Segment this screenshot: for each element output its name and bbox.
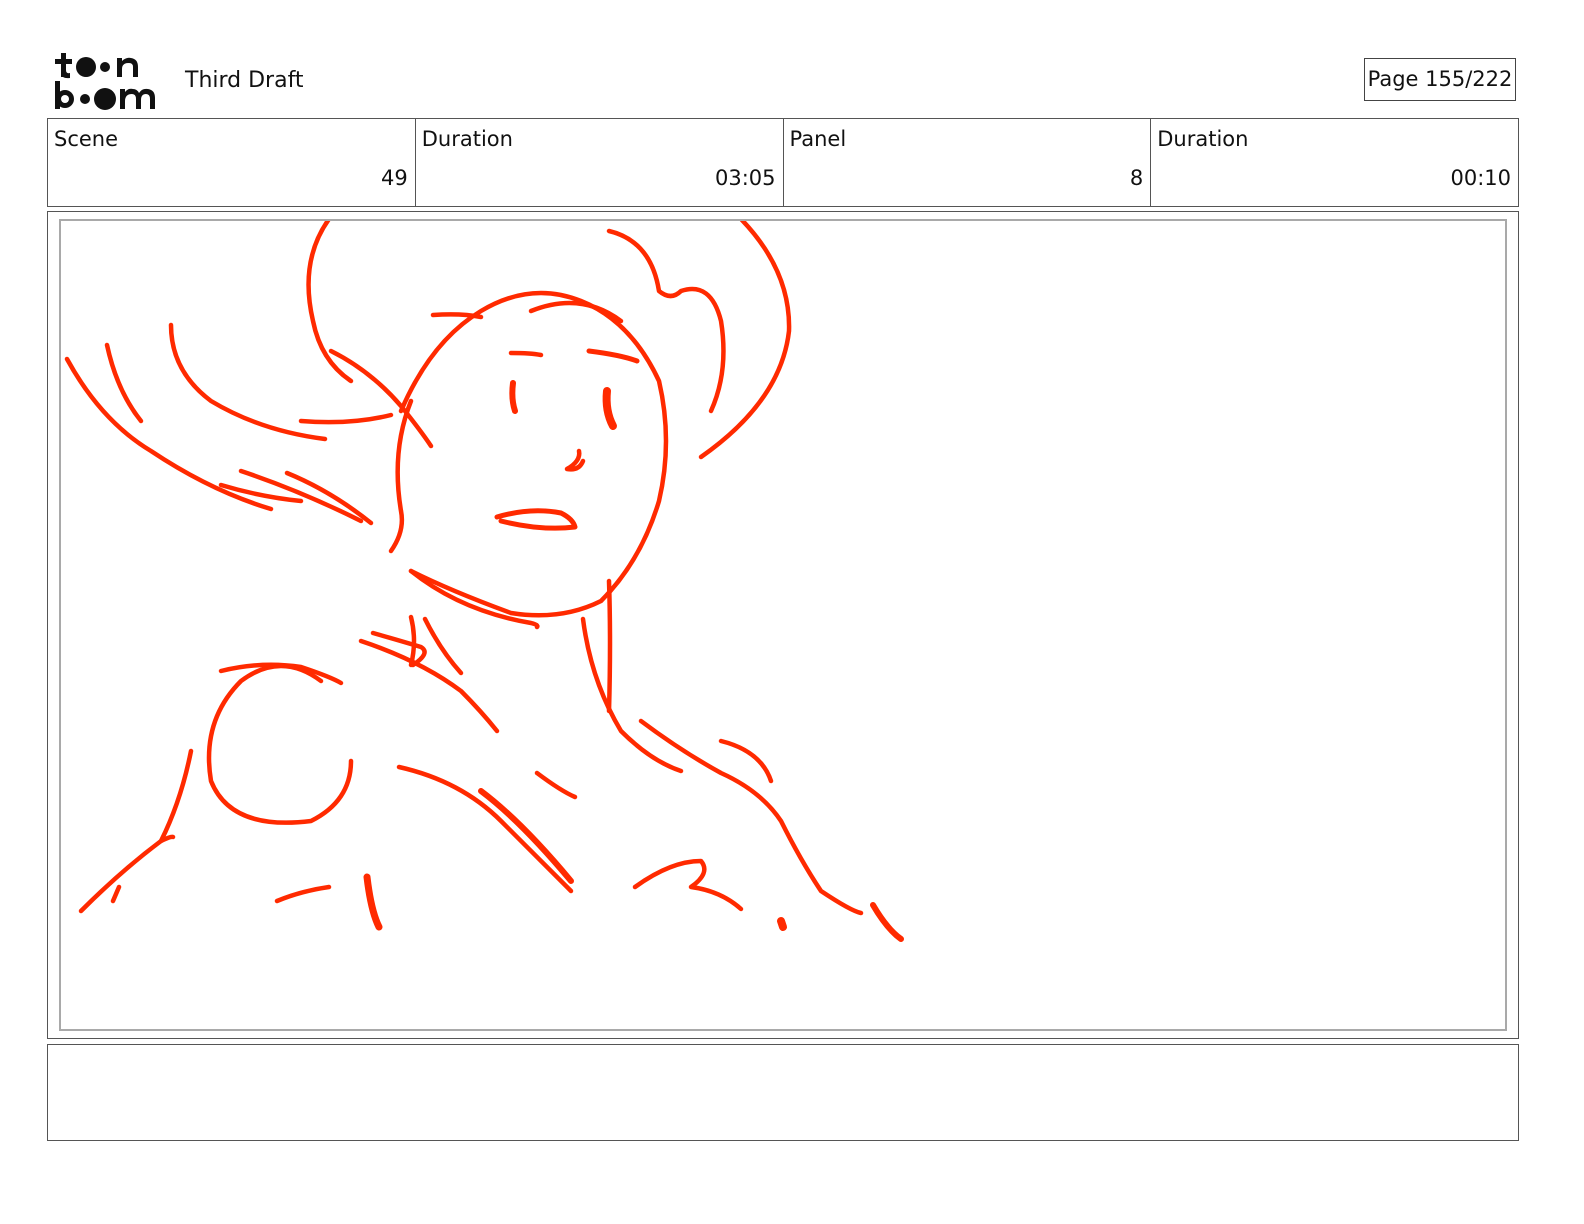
panel-duration-value: 00:10: [1450, 166, 1511, 190]
panel-cell: Panel 8: [784, 119, 1152, 206]
scene-label: Scene: [54, 127, 119, 151]
storyboard-info-table: Scene 49 Duration 03:05 Panel 8 Duration…: [47, 118, 1519, 207]
document-title: Third Draft: [185, 68, 304, 93]
scene-cell: Scene 49: [48, 119, 416, 206]
toon-boom-logo-mark: [55, 53, 155, 110]
panel-duration-cell: Duration 00:10: [1151, 119, 1518, 206]
panel-image-area: [59, 219, 1507, 1031]
panel-notes-box: [47, 1044, 1519, 1141]
character-sketch: [64, 221, 904, 942]
toon-boom-logo: [50, 48, 166, 114]
scene-value: 49: [381, 166, 408, 190]
panel-value: 8: [1129, 166, 1144, 190]
panel-frame: [47, 211, 1519, 1039]
scene-duration-label: Duration: [421, 127, 513, 151]
scene-duration-value: 03:05: [714, 166, 776, 190]
panel-duration-label: Duration: [1157, 127, 1249, 151]
panel-label: Panel: [789, 127, 847, 151]
scene-duration-cell: Duration 03:05: [416, 119, 784, 206]
page-indicator: Page 155/222: [1364, 58, 1516, 101]
